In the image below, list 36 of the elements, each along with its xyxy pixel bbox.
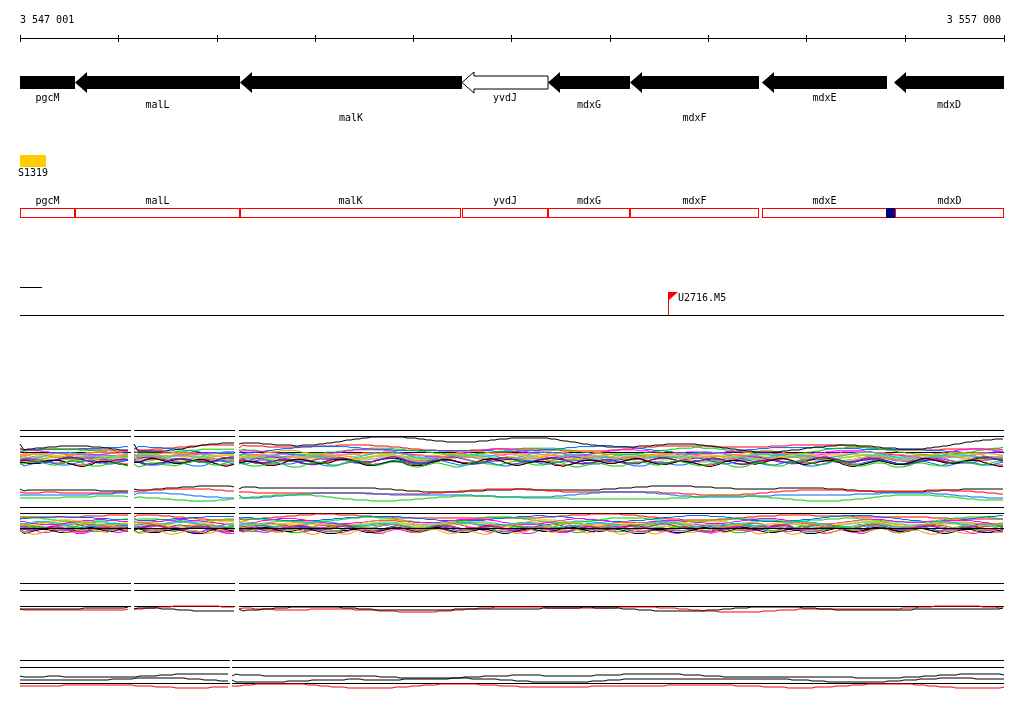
transcript-label: mdxD: [937, 195, 962, 206]
transcript-label: mdxF: [682, 195, 707, 206]
gene-label: mdxD: [936, 99, 962, 110]
transcript-box[interactable]: [462, 208, 548, 218]
transcript-label: malK: [338, 195, 363, 206]
marker-label[interactable]: U2716.M5: [678, 292, 727, 303]
gene-label: malL: [145, 99, 170, 110]
gene-arrow[interactable]: [240, 72, 462, 93]
gene-arrow[interactable]: [75, 72, 240, 93]
transcript-label: mdxE: [812, 195, 837, 206]
transcript-box[interactable]: [762, 208, 887, 218]
gene-label: mdxF: [682, 112, 707, 123]
gene-label: mdxG: [576, 99, 602, 110]
transcript-box[interactable]: [895, 208, 1004, 218]
transcript-box[interactable]: [548, 208, 630, 218]
gene-arrow[interactable]: [762, 72, 887, 93]
flag-icon: [668, 291, 678, 316]
transcript-label: mdxG: [576, 195, 602, 206]
transcript-label: pgcM: [35, 195, 60, 206]
gene-label: yvdJ: [492, 92, 518, 103]
ruler-start-label: 3 547 001: [20, 14, 75, 25]
gene-arrow[interactable]: [548, 72, 630, 93]
highlight-block: [886, 208, 895, 218]
transcript-label: yvdJ: [492, 195, 518, 206]
feature-label: S1319: [18, 167, 49, 178]
gene-label: malK: [338, 112, 364, 123]
transcript-label: malL: [145, 195, 170, 206]
gene-label: mdxE: [812, 92, 837, 103]
transcript-box[interactable]: [630, 208, 759, 218]
gene-arrow[interactable]: [630, 72, 759, 93]
ruler-end-label: 3 557 000: [946, 14, 1001, 25]
gene-label: pgcM: [35, 92, 60, 103]
transcript-box[interactable]: [240, 208, 461, 218]
gene-arrow[interactable]: [894, 72, 1004, 93]
transcript-box[interactable]: [20, 208, 75, 218]
transcript-box[interactable]: [75, 208, 240, 218]
